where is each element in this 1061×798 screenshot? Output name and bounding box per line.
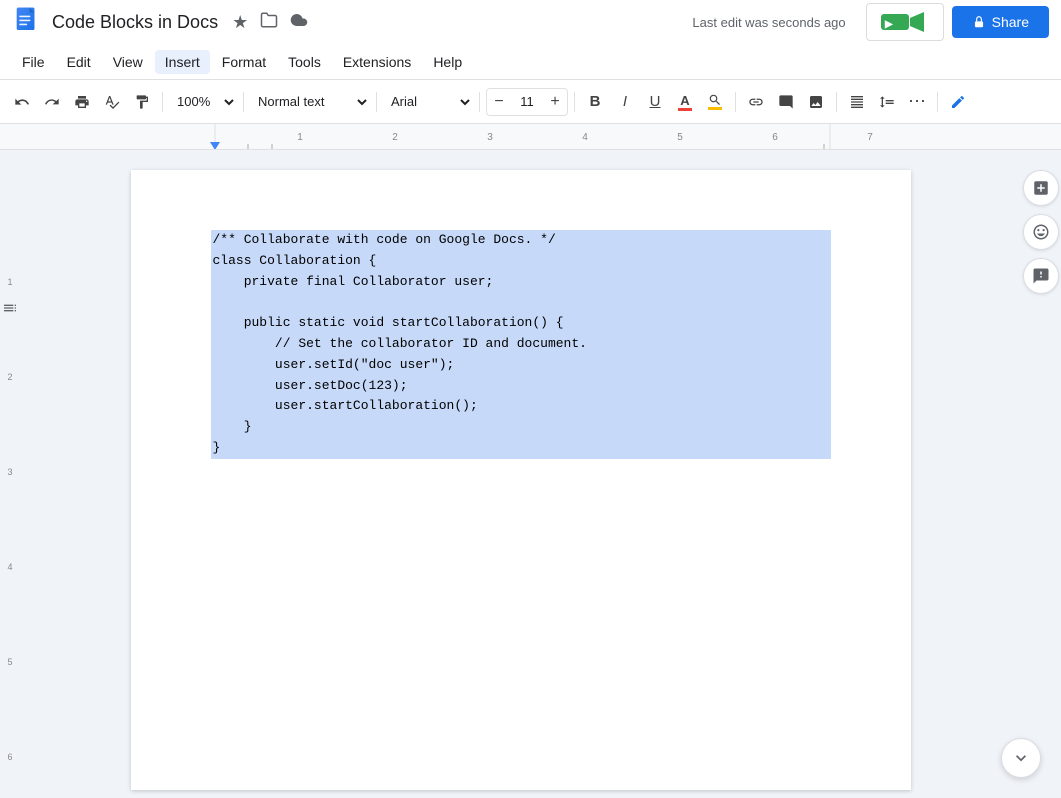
editing-mode-button[interactable]	[944, 88, 972, 116]
divider-7	[836, 92, 837, 112]
image-button[interactable]	[802, 88, 830, 116]
svg-text:4: 4	[582, 132, 588, 143]
more-options-button[interactable]: ⋯	[903, 88, 931, 116]
comment-button[interactable]	[772, 88, 800, 116]
link-button[interactable]	[742, 88, 770, 116]
title-bar: Code Blocks in Docs ★ Last edit was seco…	[0, 0, 1061, 44]
paint-format-button[interactable]	[128, 88, 156, 116]
svg-text:2: 2	[392, 132, 398, 143]
divider-5	[574, 92, 575, 112]
outline-icon[interactable]	[2, 300, 18, 316]
document-page: /** Collaborate with code on Google Docs…	[131, 170, 911, 790]
svg-text:1: 1	[7, 277, 12, 287]
divider-6	[735, 92, 736, 112]
align-button[interactable]	[843, 88, 871, 116]
svg-text:6: 6	[772, 132, 778, 143]
svg-text:3: 3	[487, 132, 493, 143]
add-action-button[interactable]	[1023, 170, 1059, 206]
undo-button[interactable]	[8, 88, 36, 116]
svg-text:2: 2	[7, 372, 12, 382]
font-size-increase[interactable]: +	[543, 89, 567, 115]
svg-text:5: 5	[677, 132, 683, 143]
svg-text:3: 3	[7, 467, 12, 477]
menu-format[interactable]: Format	[212, 50, 276, 74]
emoji-action-button[interactable]	[1023, 214, 1059, 250]
spellcheck-button[interactable]	[98, 88, 126, 116]
main-area: 1 2 3 4 5 6 /** Collaborate with code on…	[0, 150, 1061, 798]
bold-button[interactable]: B	[581, 88, 609, 116]
menu-extensions[interactable]: Extensions	[333, 50, 421, 74]
paragraph-style-select[interactable]: Normal text Heading 1 Heading 2 Title	[250, 88, 370, 116]
code-block: /** Collaborate with code on Google Docs…	[211, 230, 831, 459]
folder-icon[interactable]	[260, 11, 278, 34]
right-sidebar	[1021, 150, 1061, 798]
menu-bar: File Edit View Insert Format Tools Exten…	[0, 44, 1061, 80]
highlight-button[interactable]	[701, 88, 729, 116]
meet-icon: ▶	[875, 8, 935, 36]
divider-2	[243, 92, 244, 112]
vertical-ruler: 1 2 3 4 5 6	[0, 150, 20, 798]
star-icon[interactable]: ★	[232, 12, 248, 33]
svg-text:6: 6	[7, 752, 12, 762]
divider-4	[479, 92, 480, 112]
last-edit-status: Last edit was seconds ago	[692, 15, 845, 30]
redo-button[interactable]	[38, 88, 66, 116]
toolbar: 100% 75% 125% 150% Normal text Heading 1…	[0, 80, 1061, 124]
cloud-icon[interactable]	[290, 11, 308, 34]
underline-button[interactable]: U	[641, 88, 669, 116]
share-button[interactable]: Share	[952, 6, 1049, 38]
text-color-button[interactable]: A	[671, 88, 699, 116]
divider-8	[937, 92, 938, 112]
svg-text:5: 5	[7, 657, 12, 667]
svg-text:1: 1	[297, 132, 303, 143]
document-title[interactable]: Code Blocks in Docs	[52, 12, 218, 33]
menu-help[interactable]: Help	[423, 50, 472, 74]
divider-1	[162, 92, 163, 112]
document-scroll-area[interactable]: /** Collaborate with code on Google Docs…	[20, 150, 1021, 798]
svg-text:▶: ▶	[884, 19, 894, 30]
zoom-select[interactable]: 100% 75% 125% 150%	[169, 88, 237, 116]
divider-3	[376, 92, 377, 112]
meet-button[interactable]: ▶	[866, 3, 944, 41]
menu-file[interactable]: File	[12, 50, 55, 74]
google-docs-icon	[12, 6, 44, 38]
font-size-input[interactable]	[511, 94, 543, 109]
svg-text:7: 7	[867, 132, 873, 143]
print-button[interactable]	[68, 88, 96, 116]
svg-text:4: 4	[7, 562, 12, 572]
ruler: 1 2 3 4 5 6 7	[0, 124, 1061, 150]
scroll-to-bottom-button[interactable]	[1001, 738, 1041, 778]
menu-insert[interactable]: Insert	[155, 50, 210, 74]
font-select[interactable]: Arial Times New Roman Courier New	[383, 88, 473, 116]
menu-view[interactable]: View	[103, 50, 153, 74]
font-size-decrease[interactable]: −	[487, 89, 511, 115]
italic-button[interactable]: I	[611, 88, 639, 116]
share-label: Share	[992, 14, 1029, 30]
line-spacing-button[interactable]	[873, 88, 901, 116]
font-size-area: − +	[486, 88, 568, 116]
menu-tools[interactable]: Tools	[278, 50, 331, 74]
feedback-action-button[interactable]	[1023, 258, 1059, 294]
menu-edit[interactable]: Edit	[57, 50, 101, 74]
lock-icon	[972, 15, 986, 29]
